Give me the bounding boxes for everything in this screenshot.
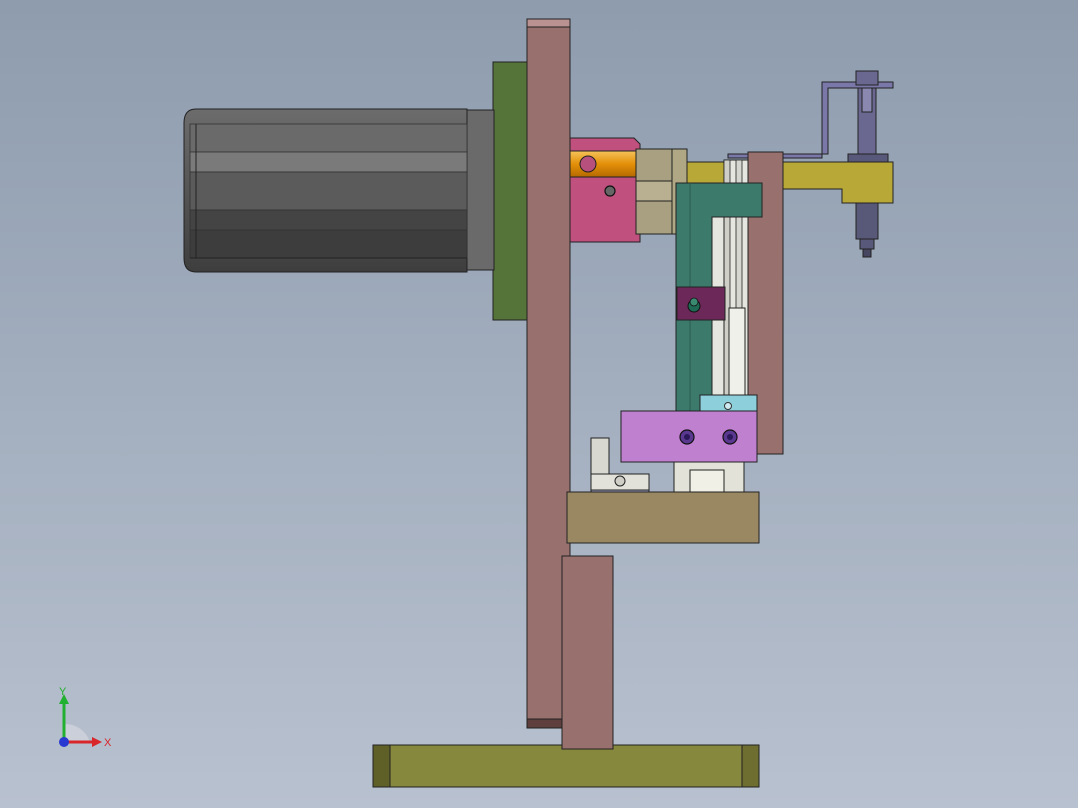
workpiece-holder [673,461,745,497]
motor-flange [492,61,528,321]
motor [183,108,495,273]
base-block [566,491,760,544]
z-axis-dot-icon [59,737,69,747]
assembly-side-view [183,18,894,788]
x-arrowhead-icon [92,737,102,747]
holder-block [620,410,758,463]
clamp-block [676,286,726,321]
coordinate-triad: Y X [48,684,128,754]
y-axis-label: Y [59,686,67,698]
support-column [561,555,614,750]
sensor-block [699,394,758,414]
base-plate [372,744,760,788]
x-axis-label: X [104,737,112,749]
cad-viewport[interactable]: Y X [0,0,1078,808]
